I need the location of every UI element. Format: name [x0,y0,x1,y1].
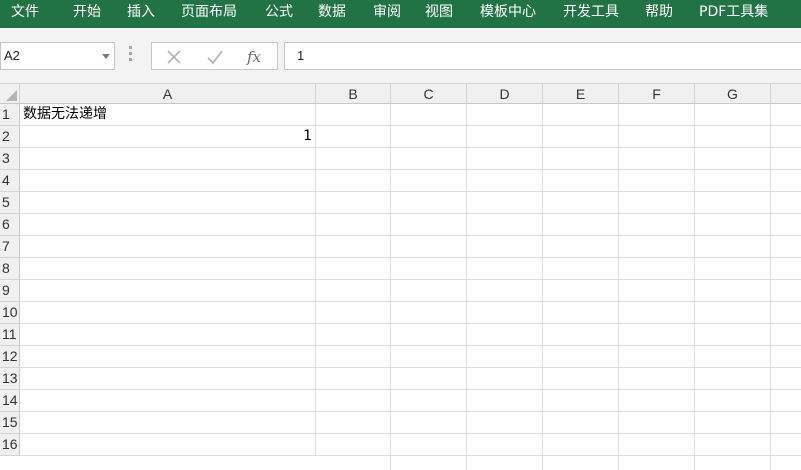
cell-a4[interactable] [20,170,316,192]
column-header-f[interactable]: F [619,84,695,104]
select-all-button[interactable] [0,84,20,104]
tab-help[interactable]: 帮助 [645,0,673,28]
cell-a13[interactable] [20,368,316,390]
cell-a2[interactable]: 1 [20,126,316,148]
name-box[interactable]: A2 [0,42,115,70]
tab-pdf-tools[interactable]: PDF工具集 [699,0,768,28]
name-box-value: A2 [4,48,20,63]
row-header[interactable]: 9 [0,280,20,302]
cell-a6[interactable] [20,214,316,236]
tab-view[interactable]: 视图 [425,0,453,28]
tab-file[interactable]: 文件 [11,0,39,28]
row-header[interactable]: 8 [0,258,20,280]
column-header-a[interactable]: A [20,84,316,104]
row-header[interactable]: 11 [0,324,20,346]
ribbon-tab-bar: 文件 开始 插入 页面布局 公式 数据 审阅 视图 模板中心 开发工具 帮助 P… [0,0,801,28]
row-header[interactable]: 12 [0,346,20,368]
cell-a15[interactable] [20,412,316,434]
row-header[interactable]: 13 [0,368,20,390]
column-header-d[interactable]: D [467,84,543,104]
chevron-down-icon[interactable] [102,54,110,59]
row-header[interactable]: 1 [0,104,20,126]
row-header[interactable]: 4 [0,170,20,192]
insert-function-button[interactable]: fx [247,47,267,67]
row-header[interactable]: 16 [0,434,20,456]
row-header[interactable]: 7 [0,236,20,258]
cell-a16[interactable] [20,434,316,456]
cell-a5[interactable] [20,192,316,214]
cell-a9[interactable] [20,280,316,302]
tab-formulas[interactable]: 公式 [265,0,293,28]
tab-page-layout[interactable]: 页面布局 [181,0,237,28]
formula-value: 1 [297,48,305,63]
tab-developer[interactable]: 开发工具 [563,0,619,28]
cell-a1[interactable]: 数据无法递增 [20,104,316,126]
row-header[interactable]: 14 [0,390,20,412]
cell-a11[interactable] [20,324,316,346]
column-header-c[interactable]: C [391,84,467,104]
cell-a12[interactable] [20,346,316,368]
cell-a10[interactable] [20,302,316,324]
grid-lines [316,104,801,470]
row-header[interactable]: 10 [0,302,20,324]
cell-a8[interactable] [20,258,316,280]
tab-data[interactable]: 数据 [318,0,346,28]
tab-insert[interactable]: 插入 [127,0,155,28]
row-header[interactable]: 5 [0,192,20,214]
row-header[interactable]: 2 [0,126,20,148]
tab-home[interactable]: 开始 [73,0,101,28]
cell-a14[interactable] [20,390,316,412]
formula-buttons: fx [151,42,278,70]
spreadsheet-grid: A B C D E F G 1 2 3 4 5 6 7 8 9 10 11 12… [0,84,801,470]
row-header[interactable]: 15 [0,412,20,434]
column-header-e[interactable]: E [543,84,619,104]
row-header[interactable]: 3 [0,148,20,170]
check-icon[interactable] [205,47,225,67]
close-icon[interactable] [164,47,184,67]
column-header-b[interactable]: B [316,84,391,104]
formula-bar: A2 fx 1 [0,28,801,84]
column-header-h[interactable] [771,84,801,104]
cell-a7[interactable] [20,236,316,258]
column-header-g[interactable]: G [695,84,771,104]
tab-review[interactable]: 审阅 [373,0,401,28]
formula-input[interactable]: 1 [284,42,801,70]
grip-icon[interactable] [129,46,133,66]
row-header[interactable]: 6 [0,214,20,236]
tab-template-center[interactable]: 模板中心 [480,0,536,28]
cell-a3[interactable] [20,148,316,170]
